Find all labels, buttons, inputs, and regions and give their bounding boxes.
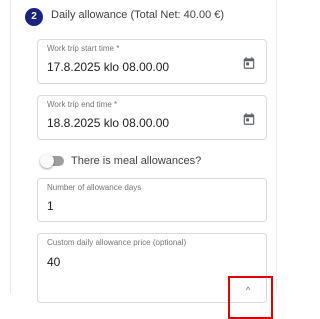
meal-allowance-label: There is meal allowances? — [71, 155, 202, 167]
allowance-days-field[interactable]: Number of allowance days 1 — [37, 178, 267, 222]
custom-price-label: Custom daily allowance price (optional) — [47, 238, 187, 247]
start-time-label: Work trip start time * — [47, 44, 120, 53]
highlight-box — [228, 276, 273, 319]
start-time-value: 17.8.2025 klo 08.00.00 — [47, 60, 170, 74]
calendar-icon[interactable] — [242, 56, 256, 70]
custom-price-value: 40 — [47, 255, 61, 269]
end-time-field[interactable]: Work trip end time * 18.8.2025 klo 08.00… — [37, 95, 267, 140]
meal-allowance-toggle[interactable] — [40, 154, 64, 168]
allowance-days-value: 1 — [47, 199, 54, 213]
start-time-field[interactable]: Work trip start time * 17.8.2025 klo 08.… — [37, 39, 267, 84]
end-time-label: Work trip end time * — [47, 100, 118, 109]
allowance-days-label: Number of allowance days — [47, 183, 142, 192]
step-number-badge: 2 — [25, 8, 43, 26]
section-title: Daily allowance (Total Net: 40.00 €) — [51, 9, 225, 21]
toggle-knob — [40, 154, 54, 168]
end-time-value: 18.8.2025 klo 08.00.00 — [47, 116, 170, 130]
calendar-icon[interactable] — [242, 112, 256, 126]
